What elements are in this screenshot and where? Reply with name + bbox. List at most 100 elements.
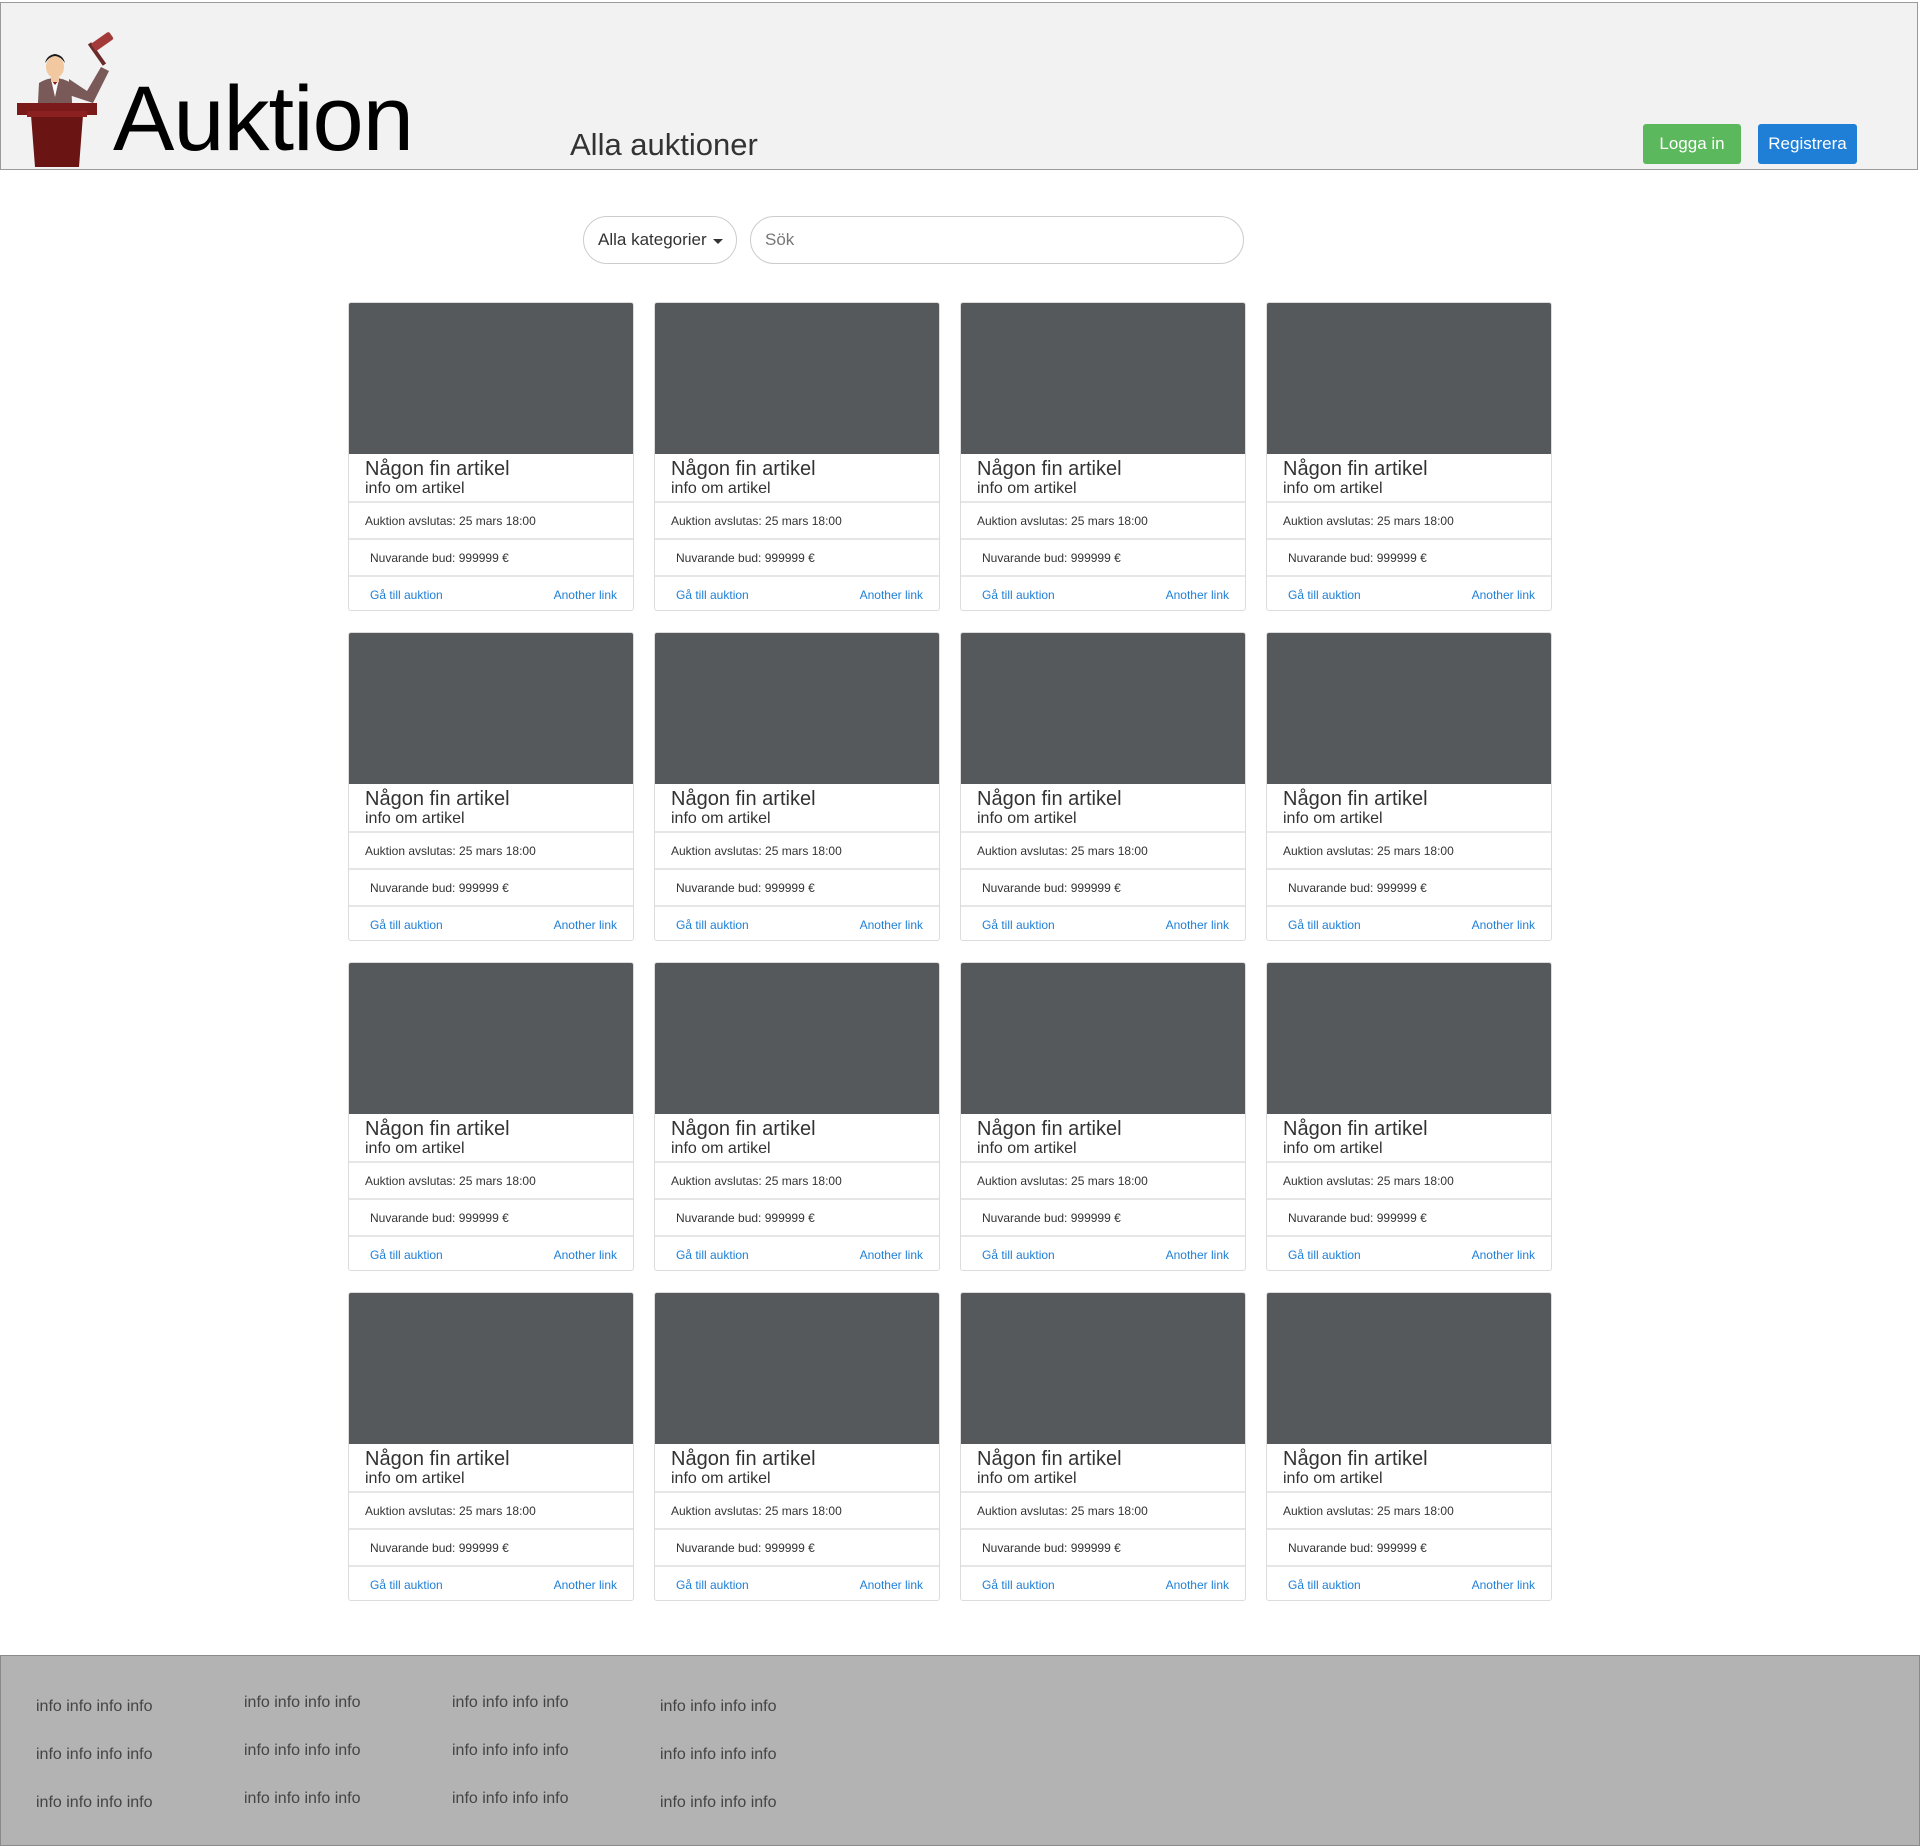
- item-title: Någon fin artikel: [365, 788, 510, 810]
- auction-end-time: Auktion avslutas: 25 mars 18:00: [655, 1163, 939, 1200]
- item-image-placeholder[interactable]: [655, 1293, 939, 1444]
- go-to-auction-link[interactable]: Gå till auktion: [370, 1578, 443, 1592]
- another-link[interactable]: Another link: [1472, 588, 1535, 602]
- go-to-auction-link[interactable]: Gå till auktion: [370, 588, 443, 602]
- go-to-auction-link[interactable]: Gå till auktion: [982, 588, 1055, 602]
- another-link[interactable]: Another link: [860, 1248, 923, 1262]
- card-body: Någon fin artikel info om artikel: [961, 1444, 1245, 1493]
- another-link[interactable]: Another link: [860, 1578, 923, 1592]
- go-to-auction-link[interactable]: Gå till auktion: [1288, 1578, 1361, 1592]
- go-to-auction-link[interactable]: Gå till auktion: [1288, 1248, 1361, 1262]
- item-subtitle: info om artikel: [671, 480, 771, 497]
- footer-item[interactable]: info info info info: [36, 1698, 153, 1716]
- auction-end-time: Auktion avslutas: 25 mars 18:00: [655, 1493, 939, 1530]
- item-subtitle: info om artikel: [671, 1470, 771, 1487]
- current-bid: Nuvarande bud: 999999 €: [349, 870, 633, 907]
- go-to-auction-link[interactable]: Gå till auktion: [676, 1248, 749, 1262]
- item-title: Någon fin artikel: [977, 1118, 1122, 1140]
- category-dropdown[interactable]: Alla kategorier: [583, 216, 737, 264]
- item-image-placeholder[interactable]: [349, 1293, 633, 1444]
- item-image-placeholder[interactable]: [1267, 1293, 1551, 1444]
- item-image-placeholder[interactable]: [961, 633, 1245, 784]
- current-bid: Nuvarande bud: 999999 €: [349, 1530, 633, 1567]
- go-to-auction-link[interactable]: Gå till auktion: [1288, 918, 1361, 932]
- another-link[interactable]: Another link: [554, 918, 617, 932]
- footer-item[interactable]: info info info info: [244, 1742, 361, 1760]
- go-to-auction-link[interactable]: Gå till auktion: [370, 1248, 443, 1262]
- auction-end-time: Auktion avslutas: 25 mars 18:00: [961, 1163, 1245, 1200]
- current-bid: Nuvarande bud: 999999 €: [961, 870, 1245, 907]
- go-to-auction-link[interactable]: Gå till auktion: [982, 1248, 1055, 1262]
- go-to-auction-link[interactable]: Gå till auktion: [370, 918, 443, 932]
- footer-item[interactable]: info info info info: [660, 1746, 777, 1764]
- item-image-placeholder[interactable]: [655, 303, 939, 454]
- footer-item[interactable]: info info info info: [452, 1790, 569, 1808]
- go-to-auction-link[interactable]: Gå till auktion: [982, 1578, 1055, 1592]
- go-to-auction-link[interactable]: Gå till auktion: [1288, 588, 1361, 602]
- card-links: Gå till auktion Another link: [1267, 1237, 1551, 1270]
- footer-item[interactable]: info info info info: [244, 1790, 361, 1808]
- current-bid: Nuvarande bud: 999999 €: [1267, 1200, 1551, 1237]
- item-image-placeholder[interactable]: [1267, 963, 1551, 1114]
- footer-item[interactable]: info info info info: [36, 1794, 153, 1812]
- another-link[interactable]: Another link: [1472, 918, 1535, 932]
- another-link[interactable]: Another link: [554, 1578, 617, 1592]
- register-button[interactable]: Registrera: [1758, 124, 1857, 164]
- footer-item[interactable]: info info info info: [452, 1742, 569, 1760]
- category-dropdown-label: Alla kategorier: [598, 230, 707, 249]
- card-links: Gå till auktion Another link: [655, 907, 939, 940]
- item-title: Någon fin artikel: [671, 1448, 816, 1470]
- item-title: Någon fin artikel: [365, 458, 510, 480]
- another-link[interactable]: Another link: [1166, 918, 1229, 932]
- current-bid: Nuvarande bud: 999999 €: [961, 1200, 1245, 1237]
- item-image-placeholder[interactable]: [349, 633, 633, 784]
- item-title: Någon fin artikel: [671, 458, 816, 480]
- item-image-placeholder[interactable]: [961, 303, 1245, 454]
- auction-card: Någon fin artikel info om artikel Auktio…: [1266, 632, 1552, 941]
- item-subtitle: info om artikel: [1283, 1140, 1383, 1157]
- item-image-placeholder[interactable]: [349, 303, 633, 454]
- another-link[interactable]: Another link: [1472, 1578, 1535, 1592]
- go-to-auction-link[interactable]: Gå till auktion: [982, 918, 1055, 932]
- footer-item[interactable]: info info info info: [660, 1794, 777, 1812]
- item-image-placeholder[interactable]: [961, 963, 1245, 1114]
- footer-item[interactable]: info info info info: [244, 1694, 361, 1712]
- footer-item[interactable]: info info info info: [452, 1694, 569, 1712]
- brand-name[interactable]: Auktion: [113, 73, 414, 165]
- item-image-placeholder[interactable]: [1267, 303, 1551, 454]
- another-link[interactable]: Another link: [1166, 1578, 1229, 1592]
- another-link[interactable]: Another link: [554, 588, 617, 602]
- another-link[interactable]: Another link: [860, 918, 923, 932]
- current-bid: Nuvarande bud: 999999 €: [349, 1200, 633, 1237]
- card-links: Gå till auktion Another link: [349, 1237, 633, 1270]
- auction-end-time: Auktion avslutas: 25 mars 18:00: [961, 833, 1245, 870]
- auction-end-time: Auktion avslutas: 25 mars 18:00: [961, 503, 1245, 540]
- item-image-placeholder[interactable]: [655, 633, 939, 784]
- item-image-placeholder[interactable]: [961, 1293, 1245, 1444]
- another-link[interactable]: Another link: [554, 1248, 617, 1262]
- auctioneer-logo-icon: [17, 32, 114, 167]
- footer-item[interactable]: info info info info: [36, 1746, 153, 1764]
- another-link[interactable]: Another link: [1472, 1248, 1535, 1262]
- go-to-auction-link[interactable]: Gå till auktion: [676, 588, 749, 602]
- item-image-placeholder[interactable]: [655, 963, 939, 1114]
- auction-card: Någon fin artikel info om artikel Auktio…: [654, 962, 940, 1271]
- card-links: Gå till auktion Another link: [1267, 907, 1551, 940]
- go-to-auction-link[interactable]: Gå till auktion: [676, 1578, 749, 1592]
- card-links: Gå till auktion Another link: [961, 1567, 1245, 1600]
- login-button[interactable]: Logga in: [1643, 124, 1741, 164]
- go-to-auction-link[interactable]: Gå till auktion: [676, 918, 749, 932]
- item-image-placeholder[interactable]: [1267, 633, 1551, 784]
- caret-down-icon: [713, 239, 723, 244]
- another-link[interactable]: Another link: [1166, 1248, 1229, 1262]
- card-body: Någon fin artikel info om artikel: [655, 1114, 939, 1163]
- item-image-placeholder[interactable]: [349, 963, 633, 1114]
- search-input[interactable]: [750, 216, 1244, 264]
- footer-item[interactable]: info info info info: [660, 1698, 777, 1716]
- another-link[interactable]: Another link: [1166, 588, 1229, 602]
- card-links: Gå till auktion Another link: [1267, 577, 1551, 610]
- site-header: Auktion Alla auktioner Logga in Registre…: [0, 2, 1918, 170]
- item-subtitle: info om artikel: [1283, 1470, 1383, 1487]
- another-link[interactable]: Another link: [860, 588, 923, 602]
- auction-end-time: Auktion avslutas: 25 mars 18:00: [1267, 833, 1551, 870]
